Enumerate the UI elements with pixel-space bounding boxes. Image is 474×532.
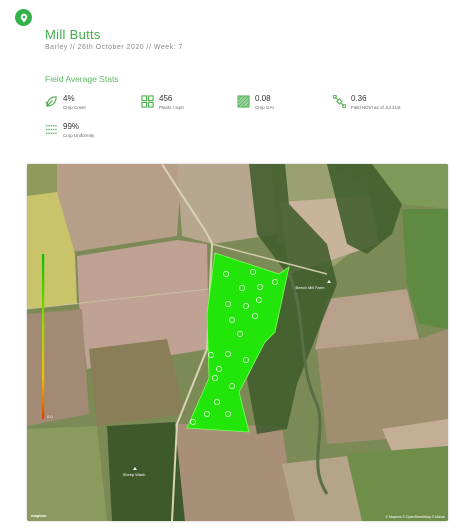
field-map[interactable]: 0.0 Beech Mill Farm Sheep Wash mapbox © … <box>27 164 448 521</box>
stat-label: Plants / sqm <box>159 105 184 110</box>
stat-value: 0.36 <box>351 94 367 103</box>
stat-label: Crop GAI <box>255 105 274 110</box>
satellite-imagery[interactable] <box>27 164 448 521</box>
place-label: Sheep Wash <box>122 472 146 477</box>
place-label: Beech Mill Farm <box>295 285 325 290</box>
stat-crop-cover: 4% Crop Cover <box>45 94 86 111</box>
farm-field <box>347 446 448 521</box>
stat-uniformity: 99% Crop Uniformity <box>45 122 94 139</box>
field-subtitle: Barley // 26th October 2020 // Week: 7 <box>45 44 183 51</box>
farm-field <box>27 426 107 521</box>
ndvi-legend-bar <box>42 254 45 419</box>
leaf-icon <box>45 95 58 108</box>
hatch-square-icon <box>237 95 250 108</box>
stat-label: Field NDVI as of Jul 21st <box>351 105 401 110</box>
stat-value: 99% <box>63 122 80 131</box>
stat-label: Crop Uniformity <box>63 133 95 138</box>
stat-gai: 0.08 Crop GAI <box>237 94 274 111</box>
rows-icon <box>45 123 58 136</box>
stat-value: 456 <box>159 94 173 103</box>
field-title: Mill Butts <box>45 27 101 42</box>
grid-icon <box>141 95 154 108</box>
logo-badge <box>15 9 32 26</box>
stat-ndvi: 0.36 Field NDVI as of Jul 21st <box>333 94 401 111</box>
map-attribution[interactable]: © Mapbox © OpenStreetMap © Maxar <box>386 515 445 519</box>
farm-field <box>175 424 295 521</box>
legend-min-label: 0.0 <box>47 414 53 419</box>
mapbox-logo[interactable]: mapbox <box>31 513 46 518</box>
stat-label: Crop Cover <box>63 105 87 110</box>
stat-value: 0.08 <box>255 94 271 103</box>
map-pin-icon <box>20 13 27 22</box>
satellite-icon <box>333 95 346 108</box>
stat-value: 4% <box>63 94 75 103</box>
farm-field <box>27 309 89 426</box>
stats-section-title: Field Average Stats <box>45 74 119 84</box>
stat-plants: 456 Plants / sqm <box>141 94 184 111</box>
